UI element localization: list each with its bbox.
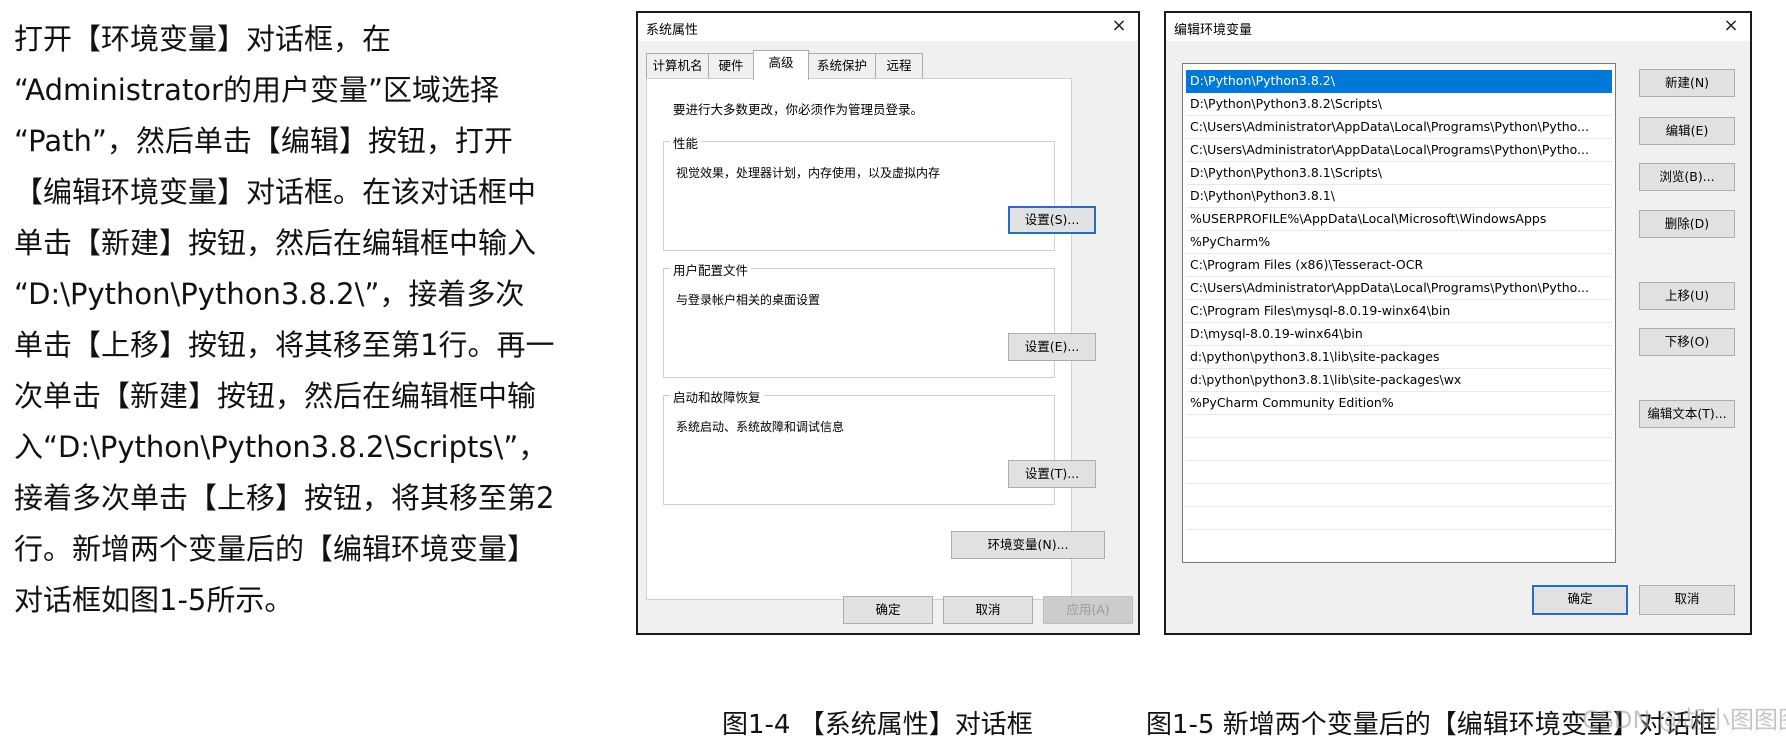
instruction-text: 打开【环境变量】对话框，在 “Administrator的用户变量”区域选择 “… — [14, 14, 614, 626]
tab-hardware[interactable]: 硬件 — [708, 53, 754, 78]
path-list-item[interactable]: D:\Python\Python3.8.1\ — [1186, 185, 1612, 208]
startup-recovery-settings-button[interactable]: 设置(T)... — [1008, 460, 1096, 488]
edit-text-button[interactable]: 编辑文本(T)... — [1639, 400, 1735, 428]
path-list-item[interactable]: C:\Users\Administrator\AppData\Local\Pro… — [1186, 139, 1612, 162]
instruction-line: “D:\Python\Python3.8.2\”，接着多次 — [14, 277, 525, 311]
instruction-line: 单击【上移】按钮，将其移至第1行。再一 — [14, 328, 555, 362]
instruction-line: 入“D:\Python\Python3.8.2\Scripts\”， — [14, 430, 548, 464]
instruction-line: “Administrator的用户变量”区域选择 — [14, 73, 499, 107]
empty-list-row — [1186, 507, 1612, 530]
user-profiles-description: 与登录帐户相关的桌面设置 — [676, 293, 821, 307]
user-profiles-legend: 用户配置文件 — [670, 260, 752, 279]
path-list-item[interactable]: D:\mysql-8.0.19-winx64\bin — [1186, 323, 1612, 346]
instruction-line: 单击【新建】按钮，然后在编辑框中输入 — [14, 226, 537, 260]
user-profiles-settings-button[interactable]: 设置(E)... — [1008, 333, 1096, 361]
startup-recovery-group: 启动和故障恢复 系统启动、系统故障和调试信息 设置(T)... — [663, 387, 1096, 505]
tab-advanced[interactable]: 高级 — [753, 50, 809, 80]
instruction-line: 次单击【新建】按钮，然后在编辑框中输 — [14, 379, 537, 413]
empty-list-row — [1186, 484, 1612, 507]
performance-group: 性能 视觉效果，处理器计划，内存使用，以及虚拟内存 设置(S)... — [663, 133, 1096, 251]
user-profiles-group: 用户配置文件 与登录帐户相关的桌面设置 设置(E)... — [663, 260, 1096, 378]
performance-legend: 性能 — [670, 133, 702, 152]
path-list-item[interactable]: C:\Program Files (x86)\Tesseract-OCR — [1186, 254, 1612, 277]
cancel-button[interactable]: 取消 — [943, 596, 1033, 624]
performance-settings-button[interactable]: 设置(S)... — [1008, 206, 1096, 234]
path-list-item[interactable]: %PyCharm% — [1186, 231, 1612, 254]
path-list-item[interactable]: C:\Users\Administrator\AppData\Local\Pro… — [1186, 116, 1612, 139]
path-list-item[interactable]: C:\Users\Administrator\AppData\Local\Pro… — [1186, 277, 1612, 300]
move-down-button[interactable]: 下移(O) — [1639, 328, 1735, 356]
path-list-item[interactable]: %PyCharm Community Edition% — [1186, 392, 1612, 415]
startup-recovery-description: 系统启动、系统故障和调试信息 — [676, 420, 845, 434]
watermark: CSDN @胡小图图图图 — [1582, 706, 1786, 734]
dialog-title: 系统属性 — [646, 23, 699, 38]
instruction-line: “Path”，然后单击【编辑】按钮，打开 — [14, 124, 513, 158]
instruction-line: 对话框如图1-5所示。 — [14, 583, 294, 617]
path-list-item[interactable]: d:\python\python3.8.1\lib\site-packages — [1186, 346, 1612, 369]
tab-system-protection[interactable]: 系统保护 — [808, 53, 876, 78]
empty-list-row — [1186, 415, 1612, 438]
path-list-item[interactable]: %USERPROFILE%\AppData\Local\Microsoft\Wi… — [1186, 208, 1612, 231]
tab-remote[interactable]: 远程 — [875, 53, 923, 78]
cancel-button[interactable]: 取消 — [1639, 585, 1735, 615]
figure-caption-1-4: 图1-4 【系统属性】对话框 — [722, 710, 1033, 740]
path-list-item[interactable]: d:\python\python3.8.1\lib\site-packages\… — [1186, 369, 1612, 392]
move-up-button[interactable]: 上移(U) — [1639, 282, 1735, 310]
title-bar: 编辑环境变量 × — [1166, 13, 1750, 41]
system-properties-dialog: 系统属性 × 计算机名 硬件 高级 系统保护 远程 要进行大多数更改，你必须作为… — [636, 11, 1140, 635]
advanced-tab-panel: 要进行大多数更改，你必须作为管理员登录。 性能 视觉效果，处理器计划，内存使用，… — [646, 78, 1105, 600]
close-icon[interactable]: × — [1720, 15, 1742, 37]
delete-button[interactable]: 删除(D) — [1639, 210, 1735, 238]
path-list-item[interactable]: D:\Python\Python3.8.2\ — [1186, 70, 1612, 93]
instruction-line: 行。新增两个变量后的【编辑环境变量】 — [14, 532, 537, 566]
edit-button[interactable]: 编辑(E) — [1639, 117, 1735, 145]
instruction-line: 【编辑环境变量】对话框。在该对话框中 — [14, 175, 537, 209]
empty-list-row — [1186, 461, 1612, 484]
path-list[interactable]: D:\Python\Python3.8.2\ D:\Python\Python3… — [1182, 63, 1616, 563]
empty-list-row — [1186, 438, 1612, 461]
instruction-line: 接着多次单击【上移】按钮，将其移至第2 — [14, 481, 555, 515]
edit-environment-variable-dialog: 编辑环境变量 × D:\Python\Python3.8.2\ D:\Pytho… — [1164, 11, 1752, 635]
close-icon[interactable]: × — [1108, 15, 1130, 37]
environment-variables-button[interactable]: 环境变量(N)... — [951, 531, 1105, 559]
startup-recovery-legend: 启动和故障恢复 — [670, 387, 764, 406]
dialog-title: 编辑环境变量 — [1174, 23, 1253, 38]
path-list-item[interactable]: C:\Program Files\mysql-8.0.19-winx64\bin — [1186, 300, 1612, 323]
ok-button[interactable]: 确定 — [843, 596, 933, 624]
path-list-item[interactable]: D:\Python\Python3.8.2\Scripts\ — [1186, 93, 1612, 116]
performance-description: 视觉效果，处理器计划，内存使用，以及虚拟内存 — [676, 166, 941, 180]
title-bar: 系统属性 × — [638, 13, 1138, 41]
admin-note: 要进行大多数更改，你必须作为管理员登录。 — [673, 102, 924, 117]
tab-computer-name[interactable]: 计算机名 — [646, 53, 709, 78]
browse-button[interactable]: 浏览(B)... — [1639, 163, 1735, 191]
ok-button[interactable]: 确定 — [1532, 585, 1628, 615]
instruction-line: 打开【环境变量】对话框，在 — [14, 22, 392, 56]
new-button[interactable]: 新建(N) — [1639, 69, 1735, 97]
apply-button[interactable]: 应用(A) — [1043, 596, 1133, 624]
path-list-item[interactable]: D:\Python\Python3.8.1\Scripts\ — [1186, 162, 1612, 185]
